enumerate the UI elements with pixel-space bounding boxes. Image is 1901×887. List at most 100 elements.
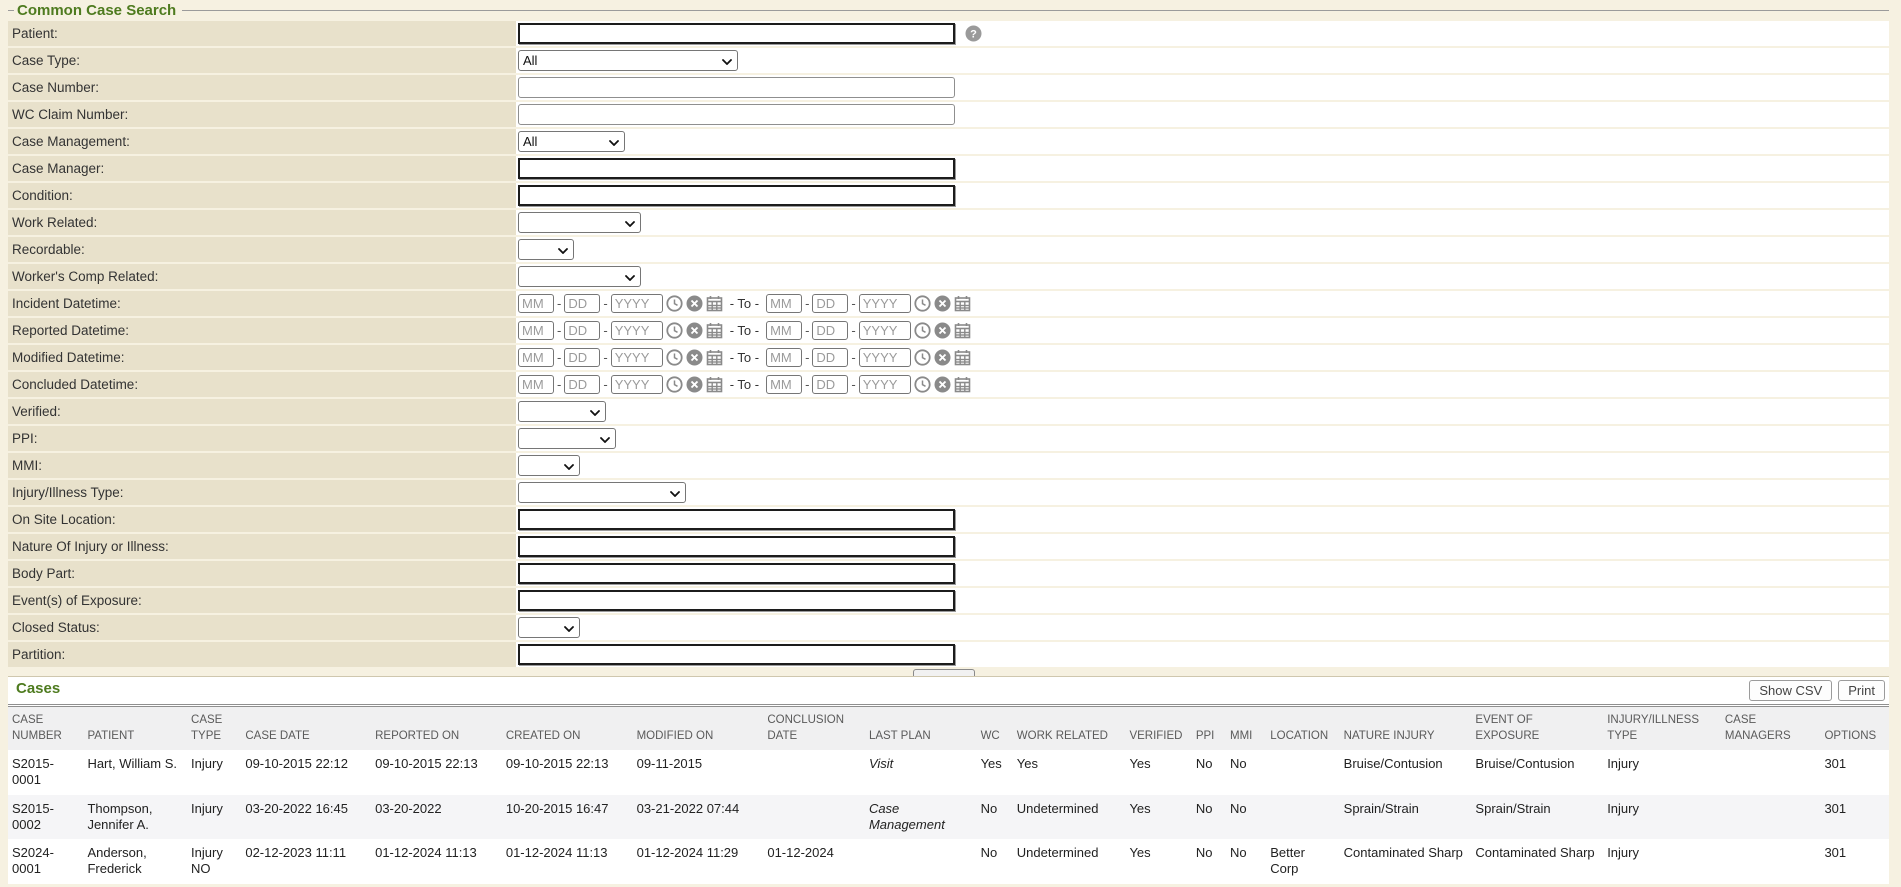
to-label: - To - (730, 377, 759, 392)
calendar-icon[interactable] (706, 295, 723, 312)
closed-status-select[interactable] (518, 617, 580, 638)
incident-datetime-from-day-input[interactable] (564, 294, 600, 313)
concluded-datetime-from-month-input[interactable] (518, 375, 554, 394)
created-on-cell: 09-10-2015 22:13 (502, 750, 633, 795)
case-manager-input[interactable] (518, 158, 955, 179)
field-content-verified (516, 399, 1889, 424)
incident-datetime-to-day-input[interactable] (812, 294, 848, 313)
clear-icon[interactable] (686, 349, 703, 366)
show-csv-button[interactable]: Show CSV (1749, 680, 1832, 701)
calendar-icon[interactable] (706, 349, 723, 366)
clear-icon[interactable] (686, 322, 703, 339)
nature-of-injury-or-illness-input[interactable] (518, 536, 955, 557)
location-cell: Better Corp (1266, 839, 1339, 884)
incident-datetime-from-year-input[interactable] (611, 294, 663, 313)
field-content-mmi (516, 453, 1889, 478)
verified-cell: Yes (1125, 795, 1191, 840)
clock-icon[interactable] (666, 376, 683, 393)
concluded-datetime-from-day-input[interactable] (564, 375, 600, 394)
help-icon[interactable]: ? (965, 25, 982, 42)
column-header-location: LOCATION (1266, 706, 1339, 751)
modified-datetime-from-month-input[interactable] (518, 348, 554, 367)
ppi-select[interactable] (518, 428, 616, 449)
field-label-incident-datetime: Incident Datetime: (8, 291, 516, 316)
field-label-case-management: Case Management: (8, 129, 516, 154)
table-row-3[interactable]: S2024-0001Anderson, FrederickInjury NO02… (8, 839, 1889, 884)
column-header-case-managers: CASE MANAGERS (1721, 706, 1821, 751)
clock-icon[interactable] (666, 295, 683, 312)
clear-icon[interactable] (686, 376, 703, 393)
clock-icon[interactable] (914, 349, 931, 366)
clock-icon[interactable] (666, 322, 683, 339)
modified-datetime-to-day-input[interactable] (812, 348, 848, 367)
ppi-cell: No (1192, 795, 1226, 840)
injury-illness-type-select[interactable] (518, 482, 686, 503)
field-content-case-management: All (516, 129, 1889, 154)
clear-icon[interactable] (934, 295, 951, 312)
clear-icon[interactable] (934, 376, 951, 393)
form-row-worker-s-comp-related: Worker's Comp Related: (8, 264, 1889, 289)
nature-injury-cell: Contaminated Sharp (1340, 839, 1472, 884)
wc-cell: No (977, 839, 1013, 884)
date-separator: - (557, 350, 561, 365)
calendar-icon[interactable] (954, 376, 971, 393)
concluded-datetime-to-day-input[interactable] (812, 375, 848, 394)
reported-datetime-from-day-input[interactable] (564, 321, 600, 340)
clear-icon[interactable] (934, 322, 951, 339)
case-management-select[interactable]: All (518, 131, 625, 152)
reported-datetime-to-year-input[interactable] (859, 321, 911, 340)
patient-input[interactable] (518, 23, 955, 44)
clear-icon[interactable] (934, 349, 951, 366)
incident-datetime-to-month-input[interactable] (766, 294, 802, 313)
field-label-modified-datetime: Modified Datetime: (8, 345, 516, 370)
clear-icon[interactable] (686, 295, 703, 312)
calendar-icon[interactable] (706, 322, 723, 339)
modified-datetime-to-month-input[interactable] (766, 348, 802, 367)
cases-table: CASE NUMBERPATIENTCASE TYPECASE DATEREPO… (8, 704, 1889, 884)
wc-cell: No (977, 795, 1013, 840)
modified-datetime-to-year-input[interactable] (859, 348, 911, 367)
concluded-datetime-to-month-input[interactable] (766, 375, 802, 394)
worker-s-comp-related-select[interactable] (518, 266, 641, 287)
reported-datetime-from-month-input[interactable] (518, 321, 554, 340)
case-type-select[interactable]: All (518, 50, 738, 71)
calendar-icon[interactable] (954, 349, 971, 366)
partition-input[interactable] (518, 644, 955, 665)
concluded-datetime-to-year-input[interactable] (859, 375, 911, 394)
modified-datetime-from-day-input[interactable] (564, 348, 600, 367)
case-date-cell: 03-20-2022 16:45 (241, 795, 371, 840)
concluded-datetime-from-year-input[interactable] (611, 375, 663, 394)
body-part-input[interactable] (518, 563, 955, 584)
conclusion-date-cell: 01-12-2024 (763, 839, 865, 884)
condition-input[interactable] (518, 185, 955, 206)
mmi-select[interactable] (518, 455, 580, 476)
created-on-cell: 01-12-2024 11:13 (502, 839, 633, 884)
verified-cell: Yes (1125, 839, 1191, 884)
modified-datetime-from-year-input[interactable] (611, 348, 663, 367)
reported-datetime-to-day-input[interactable] (812, 321, 848, 340)
wc-claim-number-input[interactable] (518, 104, 955, 125)
calendar-icon[interactable] (954, 295, 971, 312)
incident-datetime-to-year-input[interactable] (859, 294, 911, 313)
table-row-2[interactable]: S2015-0002Thompson, Jennifer A.Injury03-… (8, 795, 1889, 840)
recordable-select[interactable] (518, 239, 574, 260)
incident-datetime-from-month-input[interactable] (518, 294, 554, 313)
case-number-input[interactable] (518, 77, 955, 98)
reported-datetime-from-year-input[interactable] (611, 321, 663, 340)
reported-datetime-to-month-input[interactable] (766, 321, 802, 340)
event-s-of-exposure-input[interactable] (518, 590, 955, 611)
work-related-select[interactable] (518, 212, 641, 233)
on-site-location-input[interactable] (518, 509, 955, 530)
verified-select[interactable] (518, 401, 606, 422)
print-button[interactable]: Print (1838, 680, 1885, 701)
case-managers-cell (1721, 750, 1821, 795)
form-rows: Patient:?Case Type:AllCase Number:WC Cla… (8, 21, 1889, 667)
clock-icon[interactable] (666, 349, 683, 366)
table-row-1[interactable]: S2015-0001Hart, William S.Injury09-10-20… (8, 750, 1889, 795)
calendar-icon[interactable] (706, 376, 723, 393)
clock-icon[interactable] (914, 322, 931, 339)
calendar-icon[interactable] (954, 322, 971, 339)
clock-icon[interactable] (914, 295, 931, 312)
clock-icon[interactable] (914, 376, 931, 393)
search-button-partial[interactable] (913, 669, 975, 676)
